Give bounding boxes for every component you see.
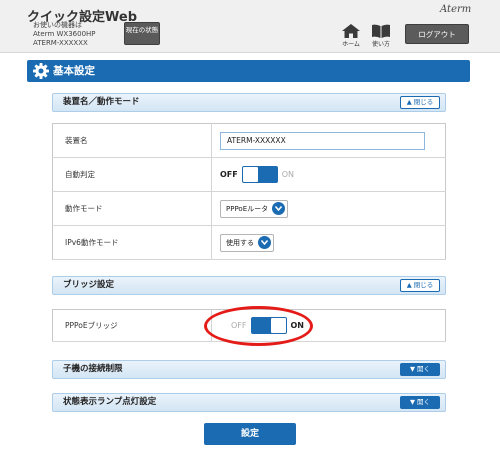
brand-logo: Aterm: [440, 4, 472, 15]
lamp-panel-open-button[interactable]: ▼ 開く: [400, 396, 440, 409]
device-panel-title: 装置名／動作モード: [63, 97, 140, 107]
pppoe-bridge-label: PPPoEブリッジ: [52, 309, 212, 342]
lamp-panel-title: 状態表示ランプ点灯設定: [63, 397, 157, 407]
child-panel-header: 子機の接続制限 ▼ 開く: [52, 360, 446, 379]
section-title-bar: 基本設定: [27, 60, 470, 82]
child-panel-title: 子機の接続制限: [63, 364, 123, 374]
op-mode-select[interactable]: PPPoEルータ: [220, 199, 289, 218]
submit-button[interactable]: 設定: [204, 423, 296, 445]
device-label: お使いの機器は: [33, 21, 82, 29]
logout-button[interactable]: ログアウト: [405, 24, 469, 44]
device-model: Aterm WX3600HP: [33, 30, 96, 38]
help-label: 使い方: [371, 41, 390, 48]
auto-detect-toggle[interactable]: OFF ON: [220, 166, 294, 183]
table-row: 自動判定 OFF ON: [52, 157, 446, 192]
device-panel-close-button[interactable]: ▲ 閉じる: [400, 96, 440, 109]
chevron-down-icon: ▼: [409, 398, 415, 406]
chevron-down-icon: [272, 202, 286, 215]
book-icon: [372, 24, 390, 38]
home-label: ホーム: [342, 41, 360, 48]
child-panel-open-button[interactable]: ▼ 開く: [400, 363, 440, 376]
current-status-button[interactable]: 現在の状態: [124, 22, 160, 45]
help-button[interactable]: 使い方: [368, 24, 394, 48]
home-icon: [342, 24, 360, 38]
chevron-down-icon: ▼: [409, 365, 415, 373]
chevron-up-icon: ▲: [406, 281, 412, 289]
ipv6-mode-select[interactable]: 使用する: [220, 233, 274, 252]
chevron-up-icon: ▲: [406, 98, 412, 106]
bridge-panel-close-button[interactable]: ▲ 閉じる: [400, 279, 440, 292]
ipv6-mode-label: IPv6動作モード: [52, 225, 212, 260]
device-name-input[interactable]: ATERM-XXXXXX: [220, 131, 425, 150]
device-name-label: 装置名: [52, 123, 212, 158]
toggle-on-label: ON: [281, 170, 295, 179]
op-mode-label: 動作モード: [52, 191, 212, 226]
lamp-panel-header: 状態表示ランプ点灯設定 ▼ 開く: [52, 393, 446, 412]
table-row: 動作モード PPPoEルータ: [52, 191, 446, 226]
table-row: 装置名 ATERM-XXXXXX: [52, 123, 446, 158]
section-title: 基本設定: [53, 65, 95, 77]
auto-detect-label: 自動判定: [52, 157, 212, 192]
bridge-panel-header: ブリッジ設定 ▲ 閉じる: [52, 276, 446, 295]
table-row: IPv6動作モード 使用する: [52, 225, 446, 260]
device-name-display: ATERM-XXXXXX: [33, 39, 88, 47]
bridge-panel-title: ブリッジ設定: [63, 280, 115, 290]
device-info: お使いの機器は Aterm WX3600HP ATERM-XXXXXX: [33, 21, 96, 48]
highlight-ellipse: [204, 306, 313, 346]
gear-icon: [33, 63, 49, 79]
chevron-down-icon: [258, 236, 271, 249]
device-panel-header: 装置名／動作モード ▲ 閉じる: [52, 93, 446, 112]
home-button[interactable]: ホーム: [338, 24, 364, 48]
header: クイック設定Web お使いの機器は Aterm WX3600HP ATERM-X…: [0, 0, 500, 53]
device-settings-table: 装置名 ATERM-XXXXXX 自動判定 OFF ON 動作モード PPPoE…: [52, 123, 446, 260]
toggle-off-label: OFF: [220, 170, 238, 179]
